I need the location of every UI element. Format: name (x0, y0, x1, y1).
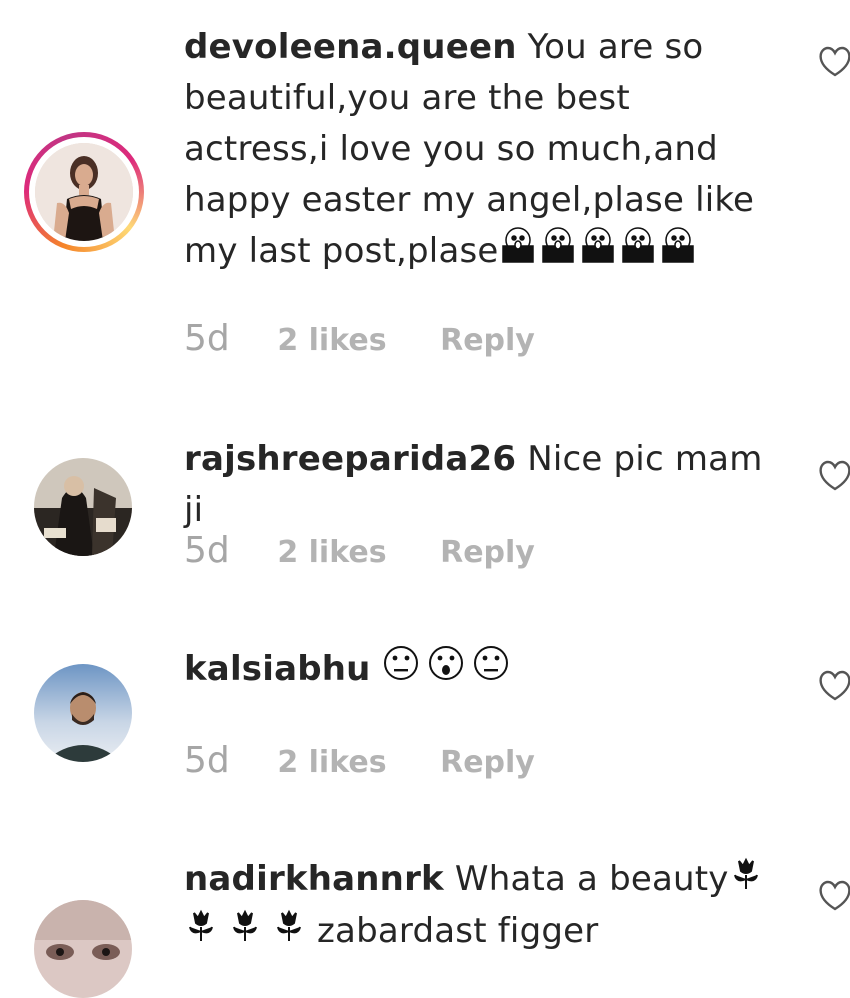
like-heart-icon[interactable] (818, 670, 850, 702)
tulip-emoji-icon (729, 855, 763, 906)
face-screaming-emoji-icon (499, 226, 699, 279)
reply-button[interactable]: Reply (440, 745, 535, 780)
avatar[interactable] (34, 458, 132, 556)
avatar (35, 143, 133, 241)
comment-item: nadirkhannrk Whata a beauty zabardast fi… (0, 830, 850, 998)
avatar[interactable] (34, 900, 132, 998)
comment-meta: 5d 2 likes Reply (184, 318, 535, 359)
avatar[interactable] (34, 664, 132, 762)
comment-likes-count[interactable]: 2 likes (277, 535, 386, 570)
comment-likes-count[interactable]: 2 likes (277, 745, 386, 780)
comment-username[interactable]: nadirkhannrk (184, 859, 444, 899)
comment-timestamp[interactable]: 5d (184, 740, 230, 781)
comment-item: rajshreeparida26 Nice pic mam ji 5d 2 li… (0, 400, 850, 620)
comment-username[interactable]: kalsiabhu (184, 649, 371, 689)
avatar-story-ring[interactable] (24, 132, 144, 252)
avatar-photo (34, 900, 132, 998)
comment-text: kalsiabhu (184, 644, 784, 697)
comment-username[interactable]: rajshreeparida26 (184, 439, 516, 479)
like-heart-icon[interactable] (818, 46, 850, 78)
comment-item: kalsiabhu 5d 2 likes Reply (0, 620, 850, 830)
like-heart-icon[interactable] (818, 880, 850, 912)
comment-meta: 5d 2 likes Reply (184, 740, 535, 781)
avatar-photo (34, 458, 132, 556)
comment-timestamp[interactable]: 5d (184, 530, 230, 571)
comment-text: devoleena.queen You are so beautiful,you… (184, 22, 784, 279)
avatar-photo (35, 143, 133, 241)
comment-meta: 5d 2 likes Reply (184, 530, 535, 571)
comment-body-continued: zabardast figger (317, 911, 599, 951)
comment-likes-count[interactable]: 2 likes (277, 323, 386, 358)
rolling-eyes-emoji-icon (382, 644, 512, 697)
comment-username[interactable]: devoleena.queen (184, 27, 517, 67)
comment-timestamp[interactable]: 5d (184, 318, 230, 359)
comment-body: Whata a beauty (454, 859, 729, 899)
reply-button[interactable]: Reply (440, 323, 535, 358)
comment-text: nadirkhannrk Whata a beauty zabardast fi… (184, 854, 784, 958)
avatar-photo (34, 664, 132, 762)
reply-button[interactable]: Reply (440, 535, 535, 570)
comment-text: rajshreeparida26 Nice pic mam ji (184, 434, 784, 536)
like-heart-icon[interactable] (818, 460, 850, 492)
tulip-emoji-icon (184, 907, 306, 958)
comment-item: devoleena.queen You are so beautiful,you… (0, 0, 850, 400)
